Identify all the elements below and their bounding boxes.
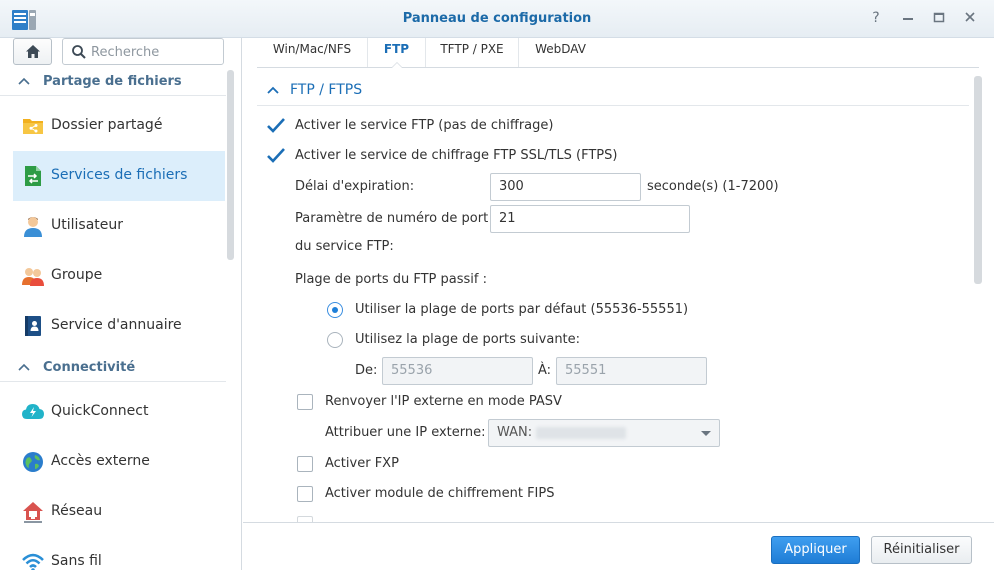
tab-label: Win/Mac/NFS [272,42,352,56]
external-access-icon [21,450,45,474]
tab-bar: Win/Mac/NFS FTP TFTP / PXE WebDAV [257,38,979,68]
sidebar-item-directory-service[interactable]: Service d'annuaire [13,301,225,351]
enable-ftp-label: Activer le service FTP (pas de chiffrage… [295,118,554,133]
content-scrollbar[interactable] [974,76,982,284]
external-ip-select[interactable]: WAN: [488,419,720,447]
sidebar-section-label: Connectivité [43,360,136,375]
port-label-line1: Paramètre de numéro de port [295,211,489,226]
assign-external-ip-label: Attribuer une IP externe: [325,425,486,440]
sidebar-item-network[interactable]: Réseau [13,487,225,537]
checkmark-icon [267,148,285,163]
section-ftp-ftps-header[interactable]: FTP / FTPS [257,76,969,106]
main-panel: Win/Mac/NFS FTP TFTP / PXE WebDAV FTP / … [243,38,994,570]
help-icon[interactable]: ? [868,10,884,26]
sidebar-item-label: QuickConnect [51,403,149,419]
group-icon [21,264,45,288]
range-from-label: De: [355,363,378,378]
sidebar-item-label: Groupe [51,267,103,283]
enable-fips-checkbox[interactable] [297,486,313,502]
sidebar-item-user[interactable]: Utilisateur [13,201,225,251]
tab-webdav[interactable]: WebDAV [518,38,602,67]
enable-ftp-checkbox[interactable] [267,118,285,134]
sidebar-item-label: Réseau [51,503,103,519]
sidebar-section-label: Partage de fichiers [43,74,182,89]
checkmark-icon [267,118,285,133]
sidebar: Partage de fichiers Dossier partagé Serv… [0,38,242,570]
sidebar-item-label: Sans fil [51,553,102,569]
close-icon[interactable] [962,10,978,26]
tab-tftp-pxe[interactable]: TFTP / PXE [425,38,518,67]
enable-ftps-checkbox[interactable] [267,148,285,164]
external-ip-select-value: WAN: [497,425,533,440]
enable-fxp-checkbox[interactable] [297,456,313,472]
directory-service-icon [21,314,45,338]
range-to-input[interactable]: 55551 [556,357,707,385]
redacted-ip [536,426,627,439]
range-from-input[interactable]: 55536 [382,357,533,385]
port-input[interactable]: 21 [490,205,690,233]
default-range-radio[interactable] [327,302,343,318]
sidebar-section-file-sharing[interactable]: Partage de fichiers [0,68,226,96]
tab-pointer [390,62,403,68]
pasv-external-ip-checkbox[interactable] [297,394,313,410]
tab-label: FTP [383,42,410,56]
chevron-up-icon [267,86,279,94]
timeout-label: Délai d'expiration: [295,179,415,194]
footer-bar: Appliquer Réinitialiser [243,522,994,570]
sidebar-item-shared-folder[interactable]: Dossier partagé [13,101,225,151]
sidebar-item-label: Dossier partagé [51,117,163,133]
tab-win-mac-nfs[interactable]: Win/Mac/NFS [257,38,367,67]
range-to-label: À: [538,363,552,378]
sidebar-toolbar [0,38,242,68]
sidebar-item-quickconnect[interactable]: QuickConnect [13,387,225,437]
settings-content: FTP / FTPS Activer le service FTP (pas d… [257,76,969,522]
apply-button[interactable]: Appliquer [771,536,860,564]
home-icon [26,45,40,58]
section-title: FTP / FTPS [290,82,363,98]
chevron-up-icon [18,363,30,371]
sidebar-scrollbar[interactable] [227,70,234,260]
quickconnect-icon [21,400,45,424]
sidebar-item-label: Accès externe [51,453,150,469]
timeout-input[interactable]: 300 [490,173,641,201]
maximize-icon[interactable] [931,10,947,26]
network-icon [21,500,45,524]
search-input[interactable] [91,43,219,61]
custom-range-radio[interactable] [327,332,343,348]
tab-label: WebDAV [535,42,586,56]
shared-folder-icon [21,114,45,138]
enable-fxp-label: Activer FXP [325,456,399,471]
pasv-external-ip-label: Renvoyer l'IP externe en mode PASV [325,394,562,409]
sidebar-section-connectivity[interactable]: Connectivité [0,354,226,382]
default-range-label: Utiliser la plage de ports par défaut (5… [355,302,689,317]
timeout-suffix: seconde(s) (1-7200) [647,179,779,194]
home-button[interactable] [13,38,52,65]
sidebar-item-label: Service d'annuaire [51,317,182,333]
sidebar-item-label: Services de fichiers [51,167,188,183]
passive-range-label: Plage de ports du FTP passif : [295,272,487,287]
sidebar-item-label: Utilisateur [51,217,124,233]
minimize-icon[interactable] [900,10,916,26]
sidebar-item-file-services[interactable]: Services de fichiers [13,151,225,201]
enable-ftps-label: Activer le service de chiffrage FTP SSL/… [295,148,618,163]
sidebar-item-wireless[interactable]: Sans fil [13,537,225,570]
custom-range-label: Utilisez la plage de ports suivante: [355,332,581,347]
chevron-up-icon [18,77,30,85]
tab-label: TFTP / PXE [440,42,504,56]
title-bar: Panneau de configuration ? [0,0,994,38]
port-label-line2: du service FTP: [295,239,394,254]
window-title: Panneau de configuration [402,11,592,26]
search-icon [72,45,86,59]
sidebar-item-group[interactable]: Groupe [13,251,225,301]
user-icon [21,214,45,238]
chevron-down-icon [701,431,711,436]
wireless-icon [21,550,45,570]
file-services-icon [21,164,45,188]
search-box[interactable] [62,38,224,65]
enable-fips-label: Activer module de chiffrement FIPS [325,486,555,501]
sidebar-item-external-access[interactable]: Accès externe [13,437,225,487]
tab-ftp[interactable]: FTP [367,38,425,68]
reset-button[interactable]: Réinitialiser [871,536,972,564]
